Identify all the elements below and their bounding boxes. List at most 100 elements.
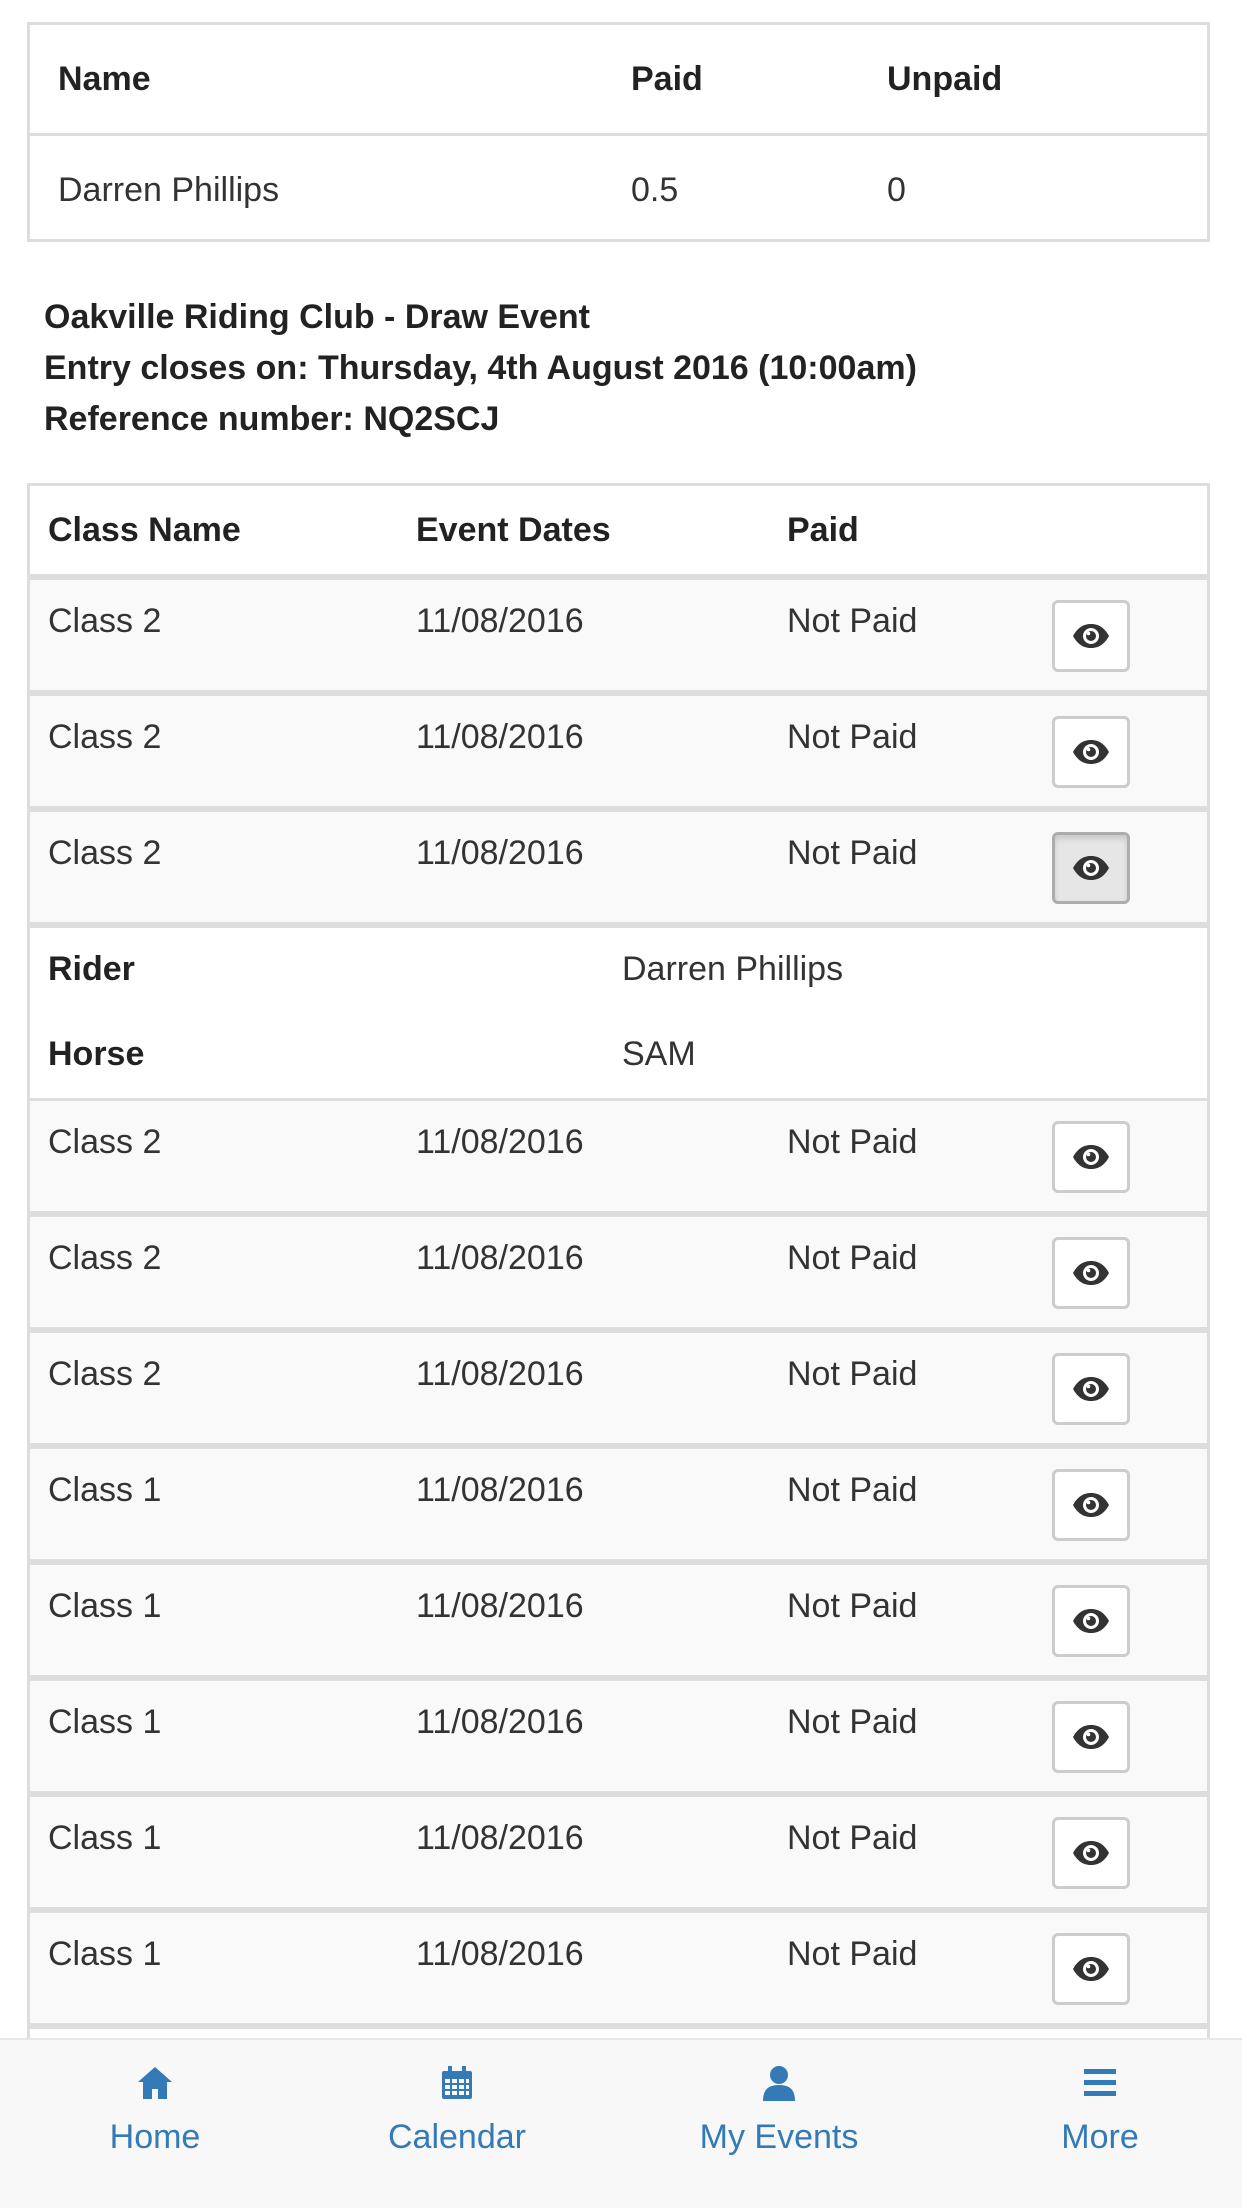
paid-status-cell: Not Paid (787, 602, 918, 640)
paid-status-cell: Not Paid (787, 1355, 918, 1393)
view-details-button[interactable] (1052, 1817, 1130, 1889)
eye-icon (1073, 1493, 1109, 1517)
summary-header-row: Name Paid Unpaid (30, 25, 1207, 136)
view-details-button[interactable] (1052, 716, 1130, 788)
view-details-button[interactable] (1052, 1237, 1130, 1309)
event-date-cell: 11/08/2016 (416, 1239, 584, 1277)
eye-icon (1073, 1261, 1109, 1285)
rider-value: Darren Phillips (622, 950, 844, 988)
event-info: Oakville Riding Club - Draw Event Entry … (44, 292, 1194, 445)
view-details-button[interactable] (1052, 1585, 1130, 1657)
paid-status-cell: Not Paid (787, 834, 918, 872)
paid-status-cell: Not Paid (787, 1239, 918, 1277)
eye-icon (1073, 1841, 1109, 1865)
table-row: Class 2 11/08/2016 Not Paid (30, 1101, 1207, 1217)
app-root: Name Paid Unpaid Darren Phillips 0.5 0 O… (0, 0, 1242, 2208)
summary-row: Darren Phillips 0.5 0 (30, 136, 1207, 244)
nav-home[interactable]: Home (0, 2040, 310, 2208)
horse-label: Horse (48, 1035, 145, 1073)
eye-icon (1073, 1609, 1109, 1633)
bottom-nav: Home Calendar My Events More (0, 2038, 1242, 2208)
paid-status-cell: Not Paid (787, 1703, 918, 1741)
reference-number: Reference number: NQ2SCJ (44, 400, 500, 438)
class-name-cell: Class 1 (48, 1703, 162, 1741)
table-row: Class 2 11/08/2016 Not Paid (30, 696, 1207, 812)
class-name-cell: Class 1 (48, 1471, 162, 1509)
view-details-button[interactable] (1052, 600, 1130, 672)
eye-icon (1073, 856, 1109, 880)
class-name-cell: Class 2 (48, 834, 162, 872)
paid-status-cell: Not Paid (787, 1471, 918, 1509)
event-date-cell: 11/08/2016 (416, 1819, 584, 1857)
eye-icon (1073, 1957, 1109, 1981)
paid-status-cell: Not Paid (787, 1935, 918, 1973)
class-rows: Class 2 11/08/2016 Not Paid Class 2 11/08/20… (30, 580, 1207, 2029)
event-date-cell: 11/08/2016 (416, 1123, 584, 1161)
menu-icon (1084, 2069, 1116, 2096)
class-name-cell: Class 2 (48, 718, 162, 756)
paid-status-cell: Not Paid (787, 1587, 918, 1625)
class-name-cell: Class 1 (48, 1587, 162, 1625)
summary-header-unpaid: Unpaid (887, 60, 1003, 98)
table-row: Class 2 11/08/2016 Not Paid (30, 1333, 1207, 1449)
view-details-button[interactable] (1052, 1121, 1130, 1193)
summary-header-name: Name (58, 60, 151, 98)
summary-rider-name: Darren Phillips (58, 171, 280, 209)
class-name-cell: Class 2 (48, 1239, 162, 1277)
view-details-button[interactable] (1052, 1933, 1130, 2005)
nav-calendar-label: Calendar (388, 2118, 526, 2156)
header-class-name: Class Name (48, 511, 241, 549)
class-name-cell: Class 1 (48, 1819, 162, 1857)
table-row: Class 1 11/08/2016 Not Paid (30, 1565, 1207, 1681)
home-icon (138, 2067, 172, 2099)
eye-icon (1073, 1725, 1109, 1749)
class-name-cell: Class 2 (48, 602, 162, 640)
table-row: Class 2 11/08/2016 Not Paid (30, 1217, 1207, 1333)
table-row: Class 2 11/08/2016 Not Paid (30, 580, 1207, 696)
view-details-button[interactable] (1052, 832, 1130, 904)
table-row: Class 1 11/08/2016 Not Paid (30, 1449, 1207, 1565)
event-date-cell: 11/08/2016 (416, 1587, 584, 1625)
view-details-button[interactable] (1052, 1353, 1130, 1425)
event-date-cell: 11/08/2016 (416, 1471, 584, 1509)
table-row: Class 1 11/08/2016 Not Paid (30, 1797, 1207, 1913)
user-icon (763, 2066, 795, 2101)
nav-more-label: More (1061, 2118, 1139, 2156)
header-paid: Paid (787, 511, 859, 549)
entry-closes: Entry closes on: Thursday, 4th August 20… (44, 349, 917, 387)
eye-icon (1073, 740, 1109, 764)
class-name-cell: Class 2 (48, 1355, 162, 1393)
summary-paid-value: 0.5 (631, 171, 679, 209)
eye-icon (1073, 624, 1109, 648)
eye-icon (1073, 1145, 1109, 1169)
event-date-cell: 11/08/2016 (416, 718, 584, 756)
event-date-cell: 11/08/2016 (416, 1355, 584, 1393)
entry-detail-row: Rider Darren Phillips Horse SAM (30, 928, 1207, 1101)
nav-my-events[interactable]: My Events (624, 2040, 934, 2208)
class-name-cell: Class 1 (48, 1935, 162, 1973)
paid-status-cell: Not Paid (787, 1819, 918, 1857)
paid-status-cell: Not Paid (787, 718, 918, 756)
rider-label: Rider (48, 950, 135, 988)
class-name-cell: Class 2 (48, 1123, 162, 1161)
table-row: Class 1 11/08/2016 Not Paid (30, 1913, 1207, 2029)
view-details-button[interactable] (1052, 1701, 1130, 1773)
summary-unpaid-value: 0 (887, 171, 906, 209)
nav-calendar[interactable]: Calendar (302, 2040, 612, 2208)
header-event-dates: Event Dates (416, 511, 611, 549)
event-date-cell: 11/08/2016 (416, 1703, 584, 1741)
nav-my-events-label: My Events (699, 2118, 859, 2156)
horse-value: SAM (622, 1035, 696, 1073)
summary-header-paid: Paid (631, 60, 703, 98)
classes-header-row: Class Name Event Dates Paid (30, 486, 1207, 580)
view-details-button[interactable] (1052, 1469, 1130, 1541)
event-title: Oakville Riding Club - Draw Event (44, 298, 590, 336)
calendar-icon (442, 2066, 472, 2099)
classes-table: Class Name Event Dates Paid Class 2 11/08… (27, 483, 1210, 2043)
payment-summary-table: Name Paid Unpaid Darren Phillips 0.5 0 (27, 22, 1210, 242)
eye-icon (1073, 1377, 1109, 1401)
table-row: Class 2 11/08/2016 Not Paid (30, 812, 1207, 928)
event-date-cell: 11/08/2016 (416, 602, 584, 640)
event-date-cell: 11/08/2016 (416, 834, 584, 872)
nav-more[interactable]: More (945, 2040, 1242, 2208)
